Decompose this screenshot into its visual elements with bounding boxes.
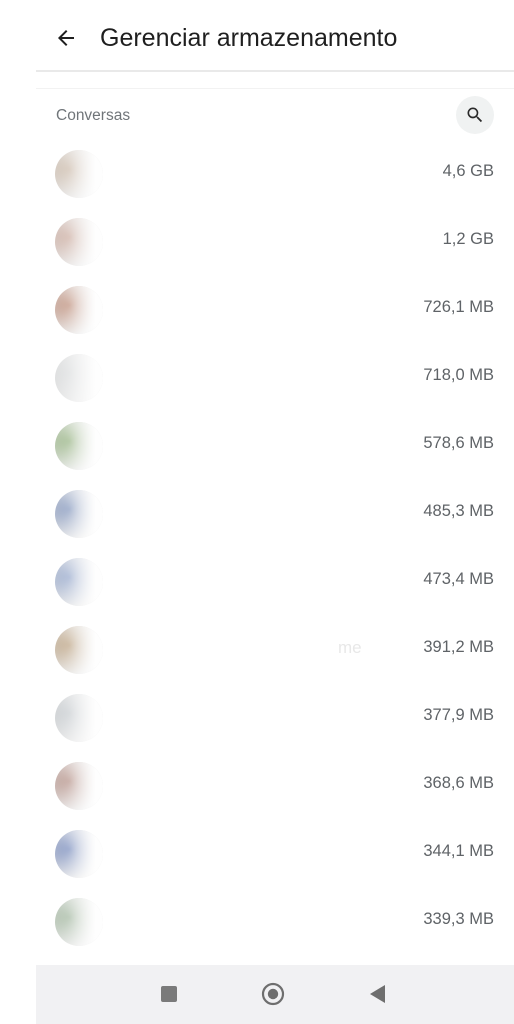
- chat-storage-size: 344,1 MB: [423, 842, 494, 860]
- chat-storage-size: 368,6 MB: [423, 774, 494, 792]
- avatar: [55, 694, 103, 742]
- chat-row[interactable]: 726,1 MB: [0, 276, 514, 344]
- chat-storage-size: 377,9 MB: [423, 706, 494, 724]
- chat-row[interactable]: me 391,2 MB: [0, 616, 514, 684]
- chat-row[interactable]: 473,4 MB: [0, 548, 514, 616]
- avatar: [55, 558, 103, 606]
- chat-storage-size: 4,6 GB: [442, 162, 494, 180]
- search-button[interactable]: [456, 96, 494, 134]
- avatar: [55, 422, 103, 470]
- chat-row[interactable]: 377,9 MB: [0, 684, 514, 752]
- header-divider: [36, 70, 514, 72]
- storage-screen: Gerenciar armazenamento Conversas 4,6 GB…: [0, 0, 514, 1024]
- chat-row[interactable]: 578,6 MB: [0, 412, 514, 480]
- chat-storage-size: 578,6 MB: [423, 434, 494, 452]
- chat-name: me: [338, 638, 362, 657]
- avatar: [55, 354, 103, 402]
- chat-storage-size: 473,4 MB: [423, 570, 494, 588]
- avatar: [55, 286, 103, 334]
- app-bar: Gerenciar armazenamento: [0, 0, 514, 72]
- square-recents-icon[interactable]: [161, 986, 177, 1002]
- section-label: Conversas: [56, 107, 131, 124]
- triangle-back-icon[interactable]: [367, 983, 387, 1005]
- circle-home-icon[interactable]: [261, 982, 285, 1006]
- chat-row[interactable]: 368,6 MB: [0, 752, 514, 820]
- avatar: [55, 150, 103, 198]
- section-divider: [36, 88, 514, 89]
- search-icon: [467, 107, 483, 123]
- chat-storage-size: 485,3 MB: [423, 502, 494, 520]
- chat-row[interactable]: 485,3 MB: [0, 480, 514, 548]
- avatar: [55, 830, 103, 878]
- avatar: [55, 490, 103, 538]
- page-title: Gerenciar armazenamento: [100, 24, 398, 52]
- avatar: [55, 218, 103, 266]
- chat-row[interactable]: 1,2 GB: [0, 208, 514, 276]
- chat-row[interactable]: 718,0 MB: [0, 344, 514, 412]
- avatar: [55, 626, 103, 674]
- chat-storage-size: 339,3 MB: [423, 910, 494, 928]
- chat-storage-size: 726,1 MB: [423, 298, 494, 316]
- back-button[interactable]: [44, 18, 88, 58]
- chat-row[interactable]: 4,6 GB: [0, 140, 514, 208]
- chat-row[interactable]: 339,3 MB: [0, 888, 514, 956]
- arrow-back-icon: [58, 30, 74, 46]
- chat-row[interactable]: 344,1 MB: [0, 820, 514, 888]
- chat-storage-size: 1,2 GB: [442, 230, 494, 248]
- avatar: [55, 762, 103, 810]
- chat-storage-size: 391,2 MB: [423, 638, 494, 656]
- chat-storage-size: 718,0 MB: [423, 366, 494, 384]
- avatar: [55, 898, 103, 946]
